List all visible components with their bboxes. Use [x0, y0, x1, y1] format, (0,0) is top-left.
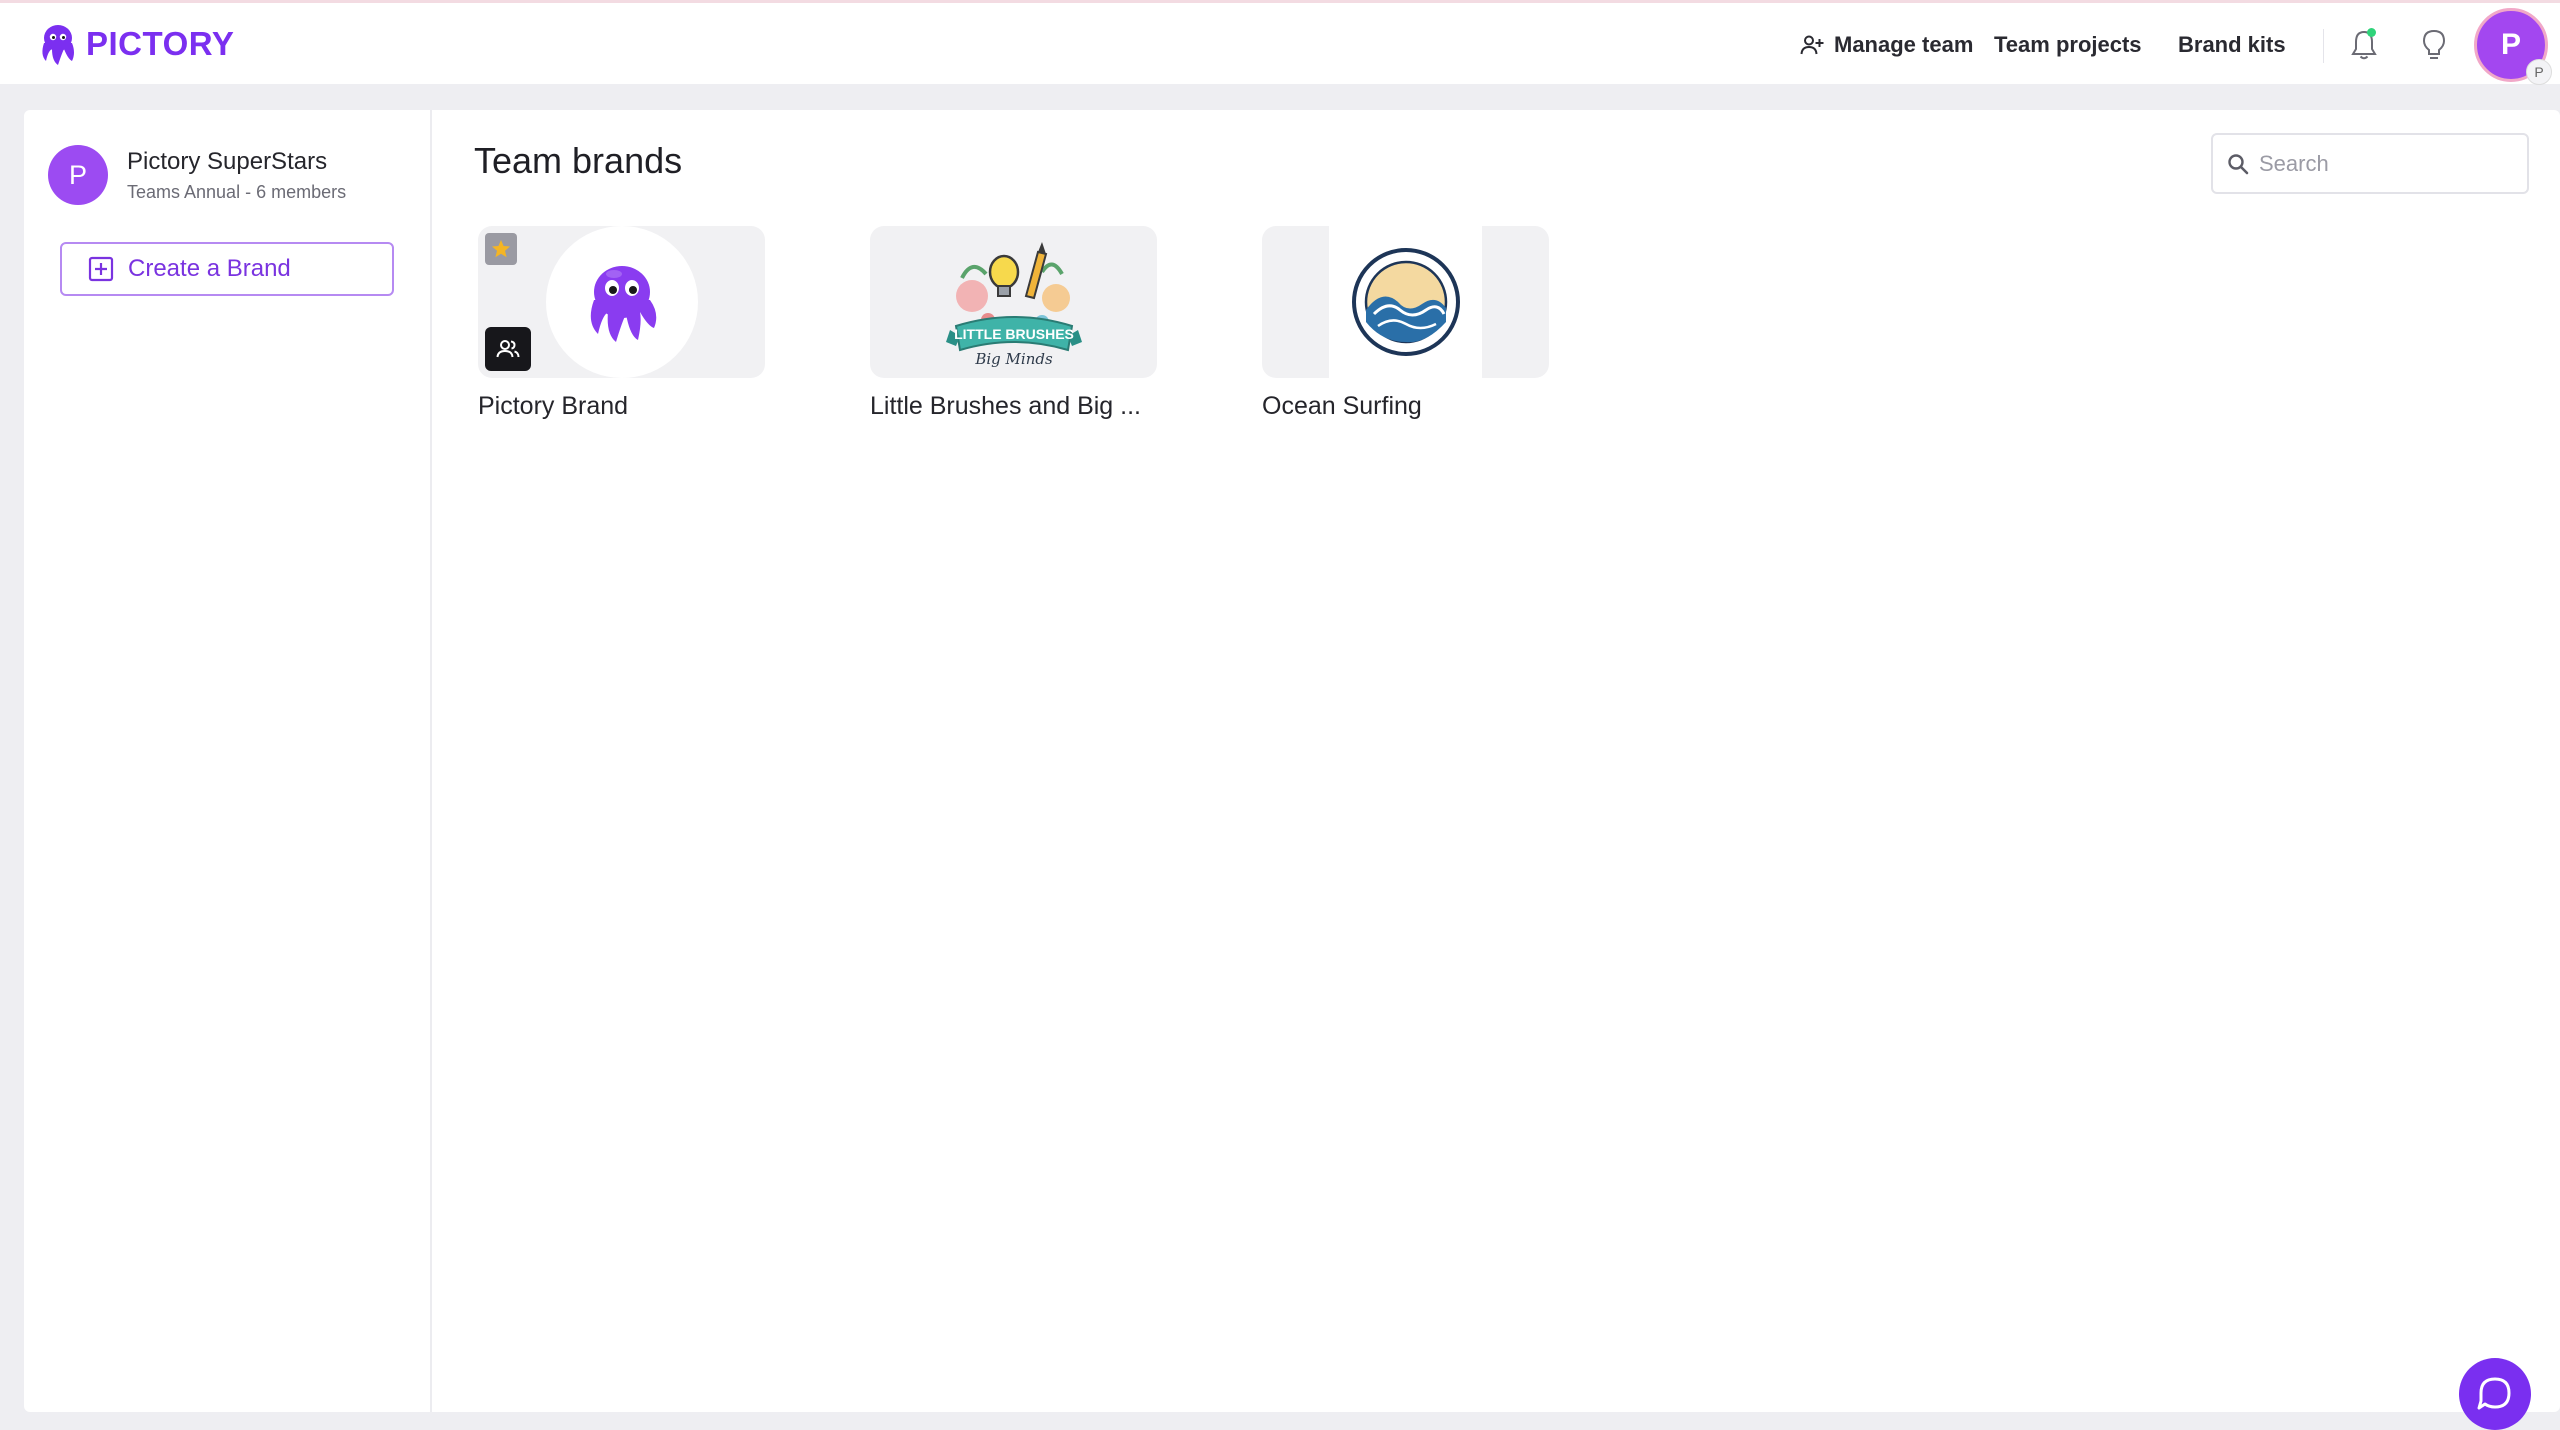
search-icon — [2228, 153, 2249, 174]
person-add-icon — [1800, 35, 1824, 55]
ocean-surfing-logo — [1351, 248, 1460, 356]
top-bar: PICTORY Manage team Team projects Brand … — [0, 0, 2560, 87]
team-projects-label: Team projects — [1994, 32, 2142, 57]
notifications-button[interactable] — [2344, 25, 2384, 65]
star-icon — [492, 240, 510, 258]
team-projects-link[interactable]: Team projects — [1994, 3, 2142, 87]
octopus-logo-icon — [42, 25, 74, 65]
page-title: Team brands — [474, 140, 683, 181]
little-brushes-logo: LITTLE BRUSHES Big Minds — [942, 238, 1086, 375]
manage-team-link[interactable]: Manage team — [1800, 3, 1973, 87]
content-panel: P Pictory SuperStars Teams Annual - 6 me… — [24, 110, 2560, 1412]
ideas-button[interactable] — [2414, 25, 2454, 65]
octopus-logo — [590, 266, 657, 342]
workspace-initial: P — [2534, 64, 2544, 80]
chat-icon — [2477, 1377, 2511, 1410]
brand-card-ocean-surfing[interactable]: Ocean Surfing — [1262, 226, 1549, 421]
plus-square-icon — [88, 256, 114, 282]
brand-card-pictory[interactable]: Pictory Brand — [478, 226, 765, 421]
manage-team-label: Manage team — [1834, 32, 1974, 57]
svg-text:LITTLE BRUSHES: LITTLE BRUSHES — [954, 326, 1074, 342]
app-name: PICTORY — [86, 25, 235, 62]
brand-name: Ocean Surfing — [1262, 392, 1422, 420]
pictory-logo[interactable]: PICTORY — [36, 21, 234, 67]
team-icon — [496, 340, 520, 358]
brand-name: Little Brushes and Big ... — [870, 392, 1141, 420]
create-brand-button[interactable]: Create a Brand — [60, 242, 394, 296]
brand-thumbnail[interactable]: LITTLE BRUSHES Big Minds — [870, 226, 1157, 378]
create-brand-label: Create a Brand — [128, 255, 291, 282]
nav-divider — [2323, 29, 2324, 63]
user-initial: P — [2500, 28, 2521, 61]
sidebar: P Pictory SuperStars Teams Annual - 6 me… — [24, 110, 432, 1412]
workspace-avatar[interactable]: P — [2526, 59, 2552, 85]
brand-kits-link[interactable]: Brand kits — [2178, 3, 2286, 87]
brand-kits-label: Brand kits — [2178, 32, 2286, 57]
favorite-badge[interactable] — [485, 233, 517, 265]
search-input[interactable] — [2259, 150, 2509, 177]
brand-card-little-brushes[interactable]: LITTLE BRUSHES Big Minds Little Brushes … — [870, 226, 1157, 421]
team-shared-badge — [485, 327, 531, 371]
brand-thumbnail[interactable] — [478, 226, 765, 378]
brand-name: Pictory Brand — [478, 392, 629, 420]
brand-thumbnail[interactable] — [1262, 226, 1549, 378]
notification-dot — [2367, 28, 2376, 37]
team-initial: P — [68, 159, 87, 190]
main-area: Team brands Search Pictory Brand LITTLE … — [434, 110, 2560, 1412]
search-box[interactable] — [2211, 133, 2529, 194]
team-avatar: P — [48, 145, 108, 205]
brand-logo-circle — [546, 226, 698, 378]
team-name: Pictory SuperStars — [127, 148, 328, 175]
brand-logo-area — [1329, 226, 1482, 378]
svg-text:Big Minds: Big Minds — [974, 350, 1053, 368]
lightbulb-icon — [2422, 29, 2446, 59]
chat-button[interactable] — [2459, 1358, 2531, 1430]
team-plan: Teams Annual - 6 members — [127, 182, 347, 202]
little-brushes-logo-icon: LITTLE BRUSHES Big Minds — [946, 242, 1082, 368]
